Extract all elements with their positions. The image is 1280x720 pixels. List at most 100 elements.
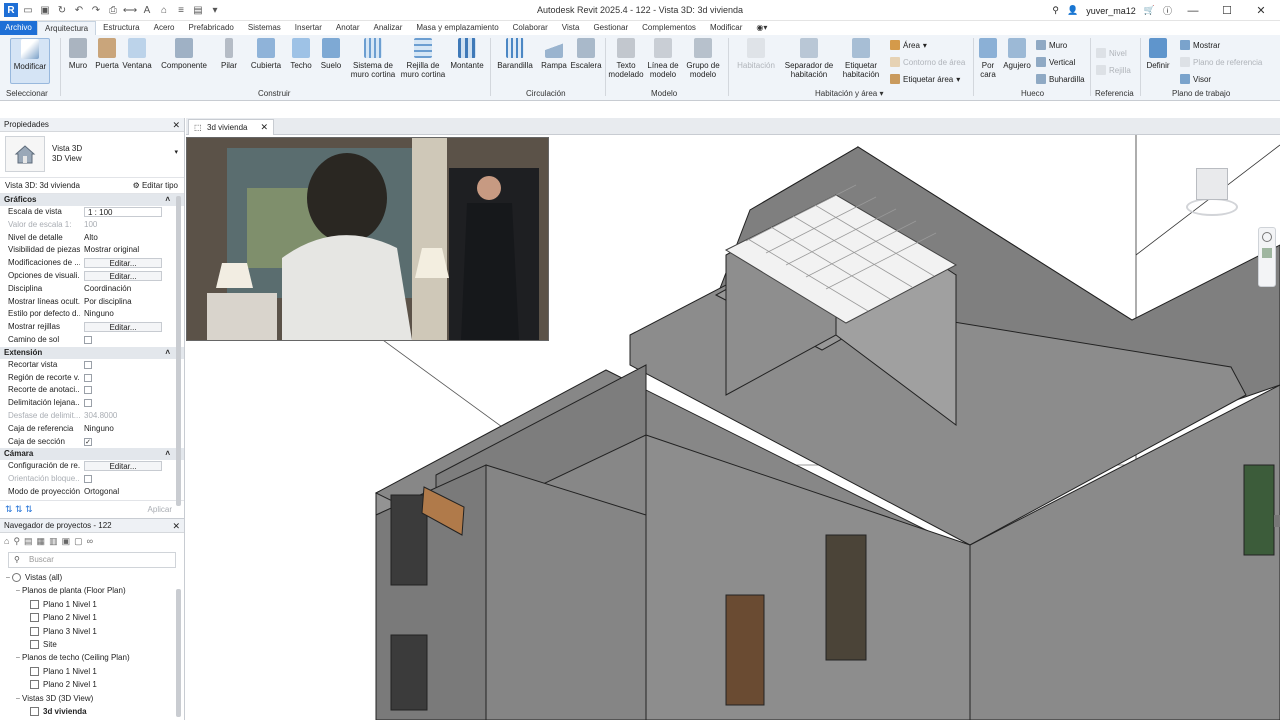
- roof-button[interactable]: Cubierta: [250, 38, 282, 70]
- by-face-button[interactable]: Por cara: [976, 38, 1000, 79]
- room-separator-button[interactable]: Separador de habitación: [784, 38, 834, 79]
- close-button[interactable]: ✕: [1248, 4, 1274, 17]
- section-extents[interactable]: Extensión ˄: [0, 346, 184, 359]
- tab-prefabricado[interactable]: Prefabricado: [182, 21, 241, 35]
- show-work-plane-button[interactable]: Mostrar: [1180, 40, 1220, 50]
- apply-button[interactable]: Aplicar: [148, 505, 172, 514]
- tab-anotar[interactable]: Anotar: [329, 21, 367, 35]
- tab-archivo[interactable]: Archivo: [0, 21, 37, 35]
- search-input[interactable]: ⚲ Buscar: [8, 552, 176, 568]
- column-button[interactable]: Pilar: [218, 38, 240, 70]
- area-boundary-button[interactable]: Contorno de área: [890, 57, 965, 67]
- level-button[interactable]: Nivel: [1096, 48, 1127, 58]
- railing-button[interactable]: Barandilla: [496, 38, 534, 70]
- tree-node-active[interactable]: 3d vivienda: [4, 705, 184, 718]
- vg-overrides-edit-button[interactable]: Editar...: [84, 258, 162, 269]
- room-button[interactable]: Habitación: [734, 38, 778, 70]
- tab-masa[interactable]: Masa y emplazamiento: [409, 21, 505, 35]
- minimize-button[interactable]: —: [1180, 5, 1206, 17]
- tab-modificar[interactable]: Modificar: [703, 21, 749, 35]
- browser-scrollbar[interactable]: [176, 589, 181, 717]
- home-icon[interactable]: ⌂: [4, 536, 9, 546]
- section-box-checkbox[interactable]: ✓: [84, 437, 92, 446]
- curtain-system-button[interactable]: Sistema de muro cortina: [348, 38, 398, 79]
- group-icon[interactable]: ▢: [74, 536, 83, 546]
- sun-path-checkbox[interactable]: [84, 335, 92, 344]
- close-icon[interactable]: ✕: [260, 120, 268, 135]
- room-area-panel-label[interactable]: Habitación y área ▾: [815, 89, 884, 98]
- stair-button[interactable]: Escalera: [570, 38, 602, 70]
- shaft-button[interactable]: Agujero: [1002, 38, 1032, 70]
- ribbon-toggle-icon[interactable]: ◉▾: [749, 21, 774, 35]
- maximize-button[interactable]: ☐: [1214, 4, 1240, 17]
- ramp-button[interactable]: Rampa: [540, 38, 568, 70]
- model-line-button[interactable]: Línea de modelo: [646, 38, 680, 79]
- schedule-icon[interactable]: ▦: [37, 536, 46, 546]
- tab-complementos[interactable]: Complementos: [635, 21, 703, 35]
- vertical-opening-button[interactable]: Vertical: [1036, 57, 1075, 67]
- tab-sistemas[interactable]: Sistemas: [241, 21, 288, 35]
- properties-scrollbar[interactable]: [176, 196, 181, 506]
- show-grids-edit-button[interactable]: Editar...: [84, 322, 162, 333]
- tag-area-button[interactable]: Etiquetar área ▾: [890, 74, 960, 84]
- viewcube[interactable]: [1180, 162, 1244, 218]
- tab-estructura[interactable]: Estructura: [96, 21, 146, 35]
- set-work-plane-button[interactable]: Definir: [1144, 38, 1172, 70]
- modify-button[interactable]: Modificar: [10, 38, 50, 84]
- tab-vista[interactable]: Vista: [555, 21, 587, 35]
- wall-opening-button[interactable]: Muro: [1036, 40, 1067, 50]
- section-camera[interactable]: Cámara ˄: [0, 448, 184, 461]
- view-tab-3d-vivienda[interactable]: ⬚ 3d vivienda ✕: [188, 119, 274, 135]
- model-group-button[interactable]: Grupo de modelo: [684, 38, 722, 79]
- close-icon[interactable]: ✕: [172, 519, 180, 533]
- dormer-button[interactable]: Buhardilla: [1036, 74, 1085, 84]
- tree-node[interactable]: Plano 1 Nivel 1: [4, 665, 184, 678]
- crop-region-visible-checkbox[interactable]: [84, 373, 92, 382]
- tree-node[interactable]: Plano 2 Nivel 1: [4, 678, 184, 691]
- tree-node[interactable]: – Vistas 3D (3D View): [4, 692, 184, 705]
- link-icon[interactable]: ∞: [87, 536, 93, 546]
- tab-colaborar[interactable]: Colaborar: [506, 21, 555, 35]
- canvas-scrollbar[interactable]: [1274, 515, 1280, 527]
- far-clip-checkbox[interactable]: [84, 399, 92, 408]
- instance-selector[interactable]: Vista 3D: 3d vivienda ⚙ Editar tipo: [0, 178, 184, 194]
- window-button[interactable]: Ventana: [122, 38, 152, 70]
- door-button[interactable]: Puerta: [94, 38, 120, 70]
- edit-type-button[interactable]: ⚙ Editar tipo: [133, 178, 178, 194]
- section-graphics[interactable]: Gráficos ˄: [0, 194, 184, 206]
- search-views-icon[interactable]: ⚲: [13, 536, 20, 546]
- tree-node[interactable]: – Vistas (all): [4, 571, 184, 584]
- view-scale-input[interactable]: 1 : 100: [84, 207, 162, 217]
- cart-icon[interactable]: 🛒: [1144, 5, 1155, 16]
- legend-icon[interactable]: ▥: [49, 536, 58, 546]
- reference-plane-button[interactable]: Plano de referencia: [1180, 57, 1262, 67]
- display-options-edit-button[interactable]: Editar...: [84, 270, 162, 281]
- sort-icons[interactable]: ⇅ ⇅ ⇅: [5, 504, 33, 515]
- tree-node[interactable]: – Planos de planta (Floor Plan): [4, 584, 184, 597]
- tree-node[interactable]: Plano 3 Nivel 1: [4, 625, 184, 638]
- navigation-bar[interactable]: [1258, 227, 1276, 287]
- user-name[interactable]: yuver_ma12: [1086, 6, 1136, 16]
- tab-analizar[interactable]: Analizar: [366, 21, 409, 35]
- floor-button[interactable]: Suelo: [318, 38, 344, 70]
- curtain-grid-button[interactable]: Rejilla de muro cortina: [398, 38, 448, 79]
- family-icon[interactable]: ▣: [62, 536, 71, 546]
- tab-arquitectura[interactable]: Arquitectura: [37, 21, 97, 35]
- close-icon[interactable]: ✕: [172, 118, 180, 132]
- mullion-button[interactable]: Montante: [448, 38, 486, 70]
- viewer-button[interactable]: Visor: [1180, 74, 1211, 84]
- wall-button[interactable]: Muro: [66, 38, 90, 70]
- model-text-button[interactable]: Texto modelado: [606, 38, 646, 79]
- zoom-icon[interactable]: [1262, 248, 1272, 258]
- tree-node[interactable]: Plano 2 Nivel 1: [4, 611, 184, 624]
- binoculars-icon[interactable]: ⚲: [1052, 5, 1059, 16]
- tag-room-button[interactable]: Etiquetar habitación: [838, 38, 884, 79]
- component-button[interactable]: Componente: [160, 38, 208, 70]
- sheet-icon[interactable]: ▤: [24, 536, 33, 546]
- locked-orientation-checkbox[interactable]: [84, 475, 92, 484]
- tree-node[interactable]: Plano 1 Nivel 1: [4, 598, 184, 611]
- ceiling-button[interactable]: Techo: [288, 38, 314, 70]
- type-selector[interactable]: Vista 3D 3D View ▾: [0, 132, 184, 178]
- crop-view-checkbox[interactable]: [84, 360, 92, 369]
- tree-node[interactable]: Site: [4, 638, 184, 651]
